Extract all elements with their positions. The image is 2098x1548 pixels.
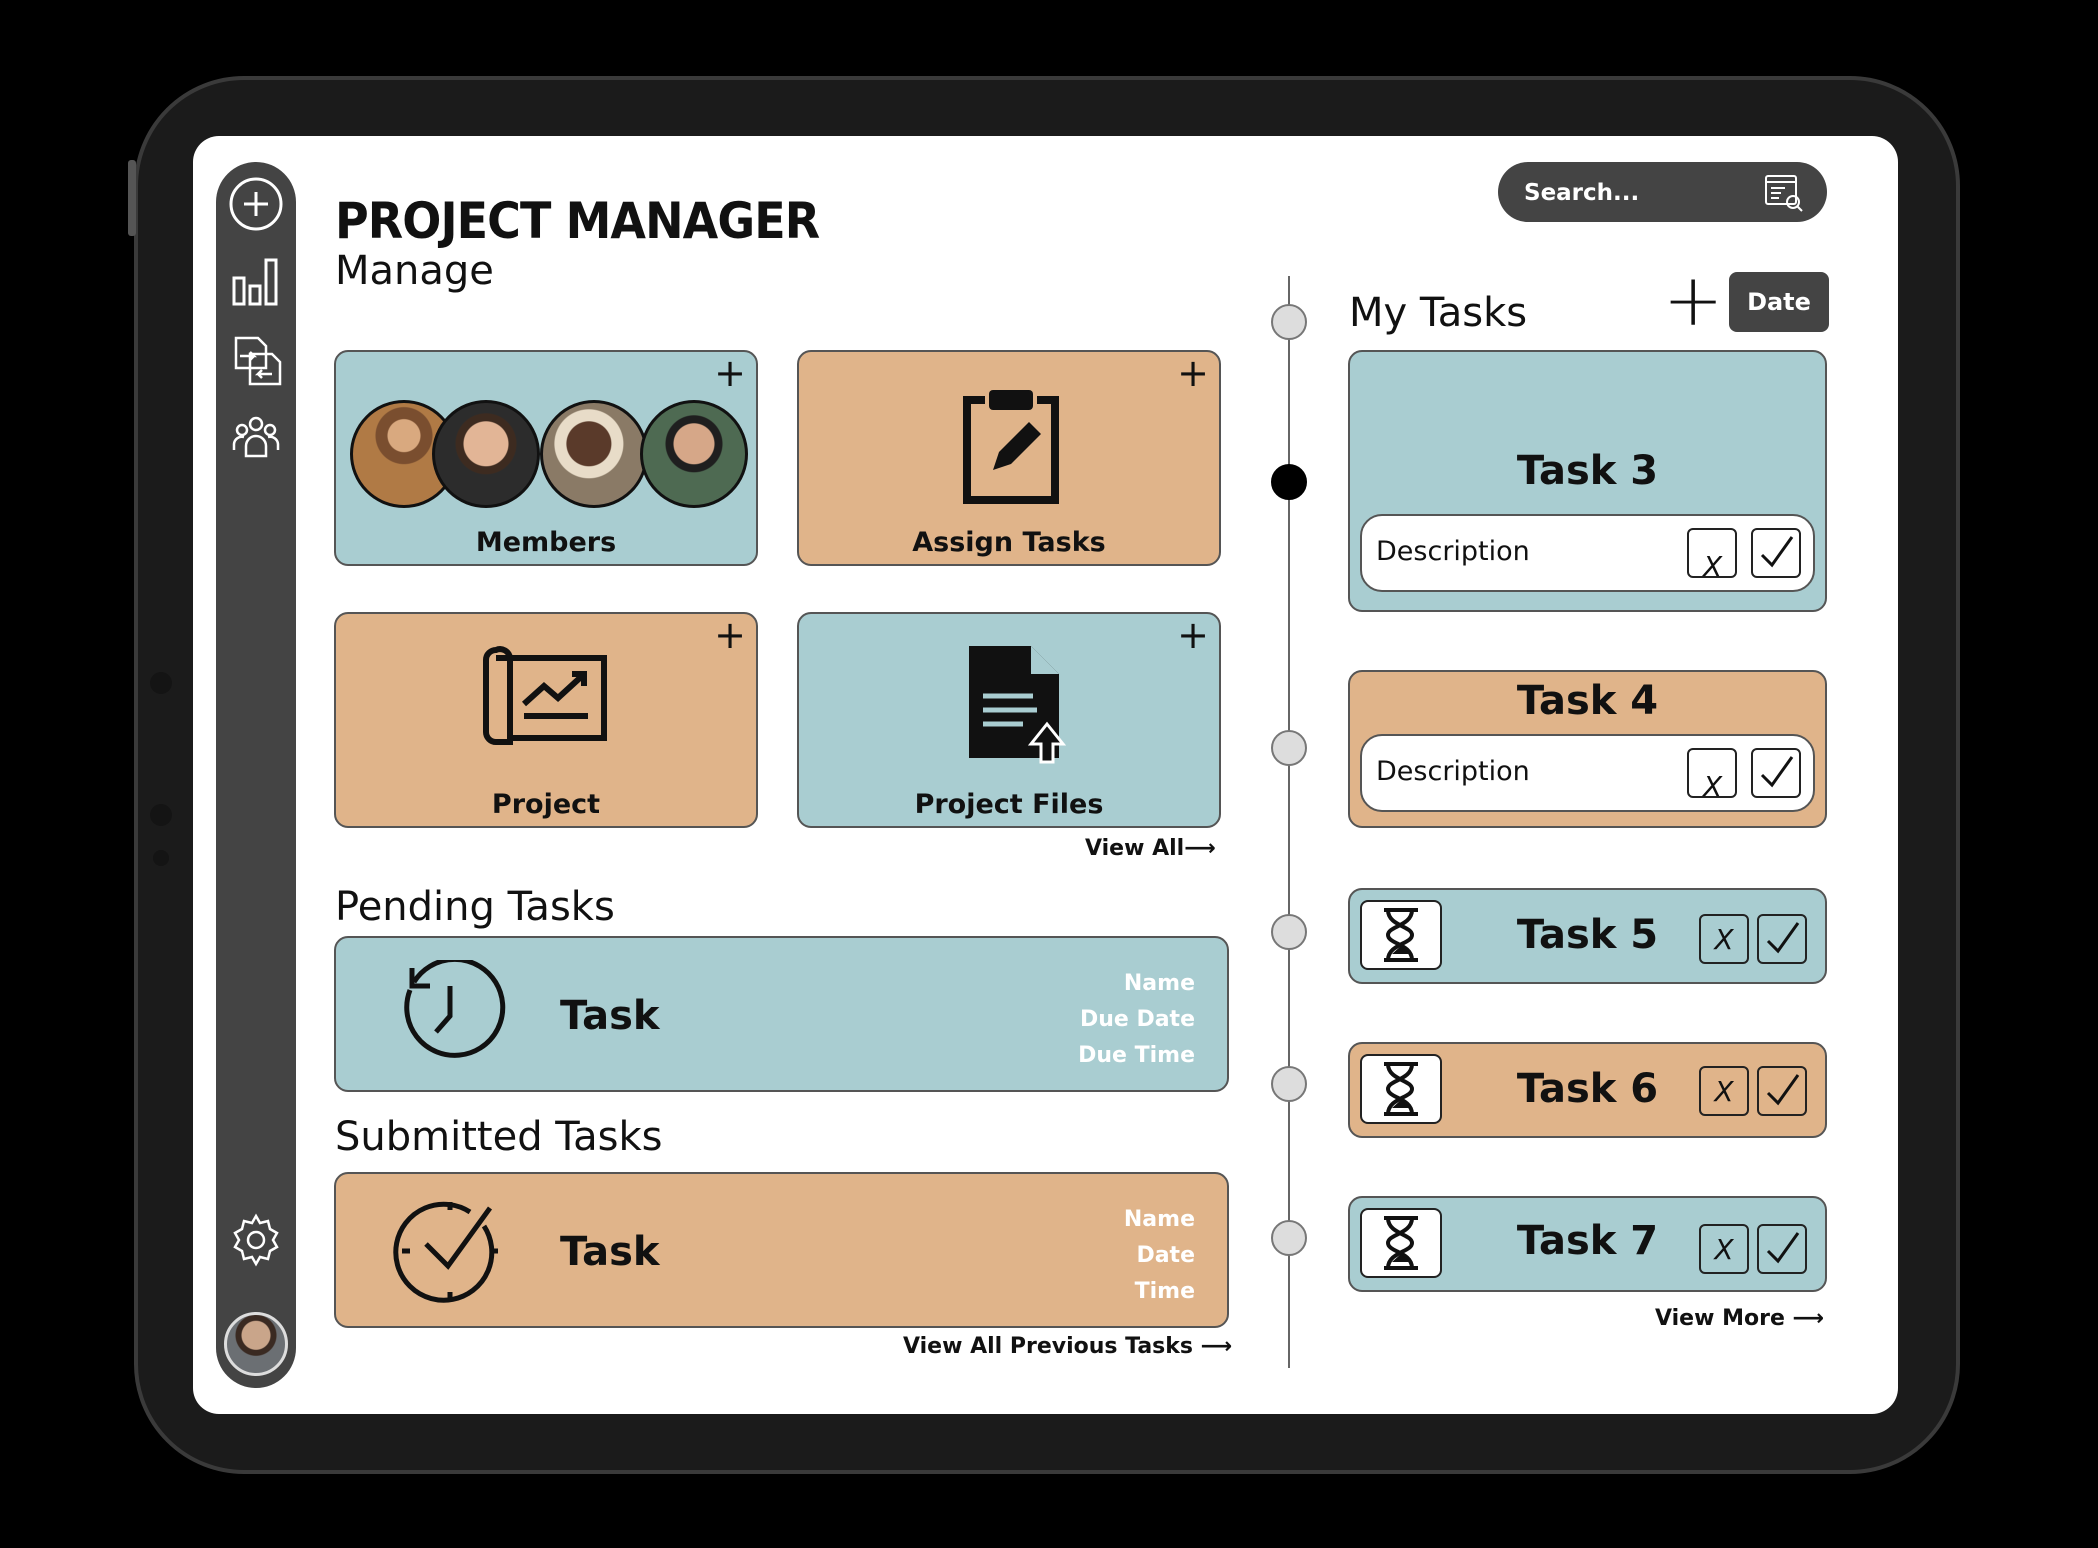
reject-button[interactable]: X [1699,1066,1749,1116]
task-time: Time [1134,1279,1195,1304]
task-due-time: Due Time [1078,1043,1195,1068]
members-label: Members [475,527,617,558]
submitted-task-meta: Name Date Time [1124,1202,1195,1310]
add-project-icon[interactable]: + [714,616,746,654]
tablet-sensor [150,804,172,826]
add-file-icon[interactable]: + [1177,616,1209,654]
clock-history-icon [404,960,506,1058]
hourglass-icon [1360,900,1442,970]
task-title: Task 3 [1516,448,1659,494]
project-label: Project [491,789,601,820]
task-title: Task 4 [1516,678,1659,724]
submitted-tasks-heading: Submitted Tasks [335,1114,663,1160]
gear-icon[interactable] [228,1212,284,1268]
pending-task-card[interactable]: Task Name Due Date Due Time [334,936,1229,1092]
check-icon [1760,536,1794,568]
check-icon [1766,1074,1800,1106]
tablet-side-button [128,160,136,236]
member-avatar [432,400,540,508]
reject-button[interactable]: X [1699,914,1749,964]
approve-button[interactable] [1757,1224,1807,1274]
project-chart-icon [483,646,607,745]
approve-button[interactable] [1757,914,1807,964]
sidebar [216,162,296,1388]
assign-tasks-label: Assign Tasks [912,527,1106,558]
tablet-sensor [150,672,172,694]
task-name: Name [1123,1207,1195,1232]
task-card[interactable]: Task 5 X [1348,888,1827,984]
check-icon [1766,1232,1800,1264]
bar-chart-icon[interactable] [228,254,284,310]
clock-check-icon [393,1201,498,1303]
approve-button[interactable] [1751,748,1801,798]
view-more-link[interactable]: View More ⟶ [1655,1306,1824,1331]
task-title: Task 5 [1516,912,1659,958]
file-upload-icon [969,646,1067,764]
timeline-dot[interactable] [1271,304,1307,340]
task-date: Date [1136,1243,1195,1268]
task-card[interactable]: Task 4 Description X [1348,670,1827,828]
task-due-date: Due Date [1079,1007,1195,1032]
task-card[interactable]: Task 3 Description X [1348,350,1827,612]
view-all-link[interactable]: View All⟶ [1085,836,1216,861]
add-assignment-icon[interactable]: + [1177,354,1209,392]
member-avatar [640,400,748,508]
view-all-previous-tasks-link[interactable]: View All Previous Tasks ⟶ [903,1334,1232,1359]
hourglass-icon [1360,1208,1442,1278]
approve-button[interactable] [1751,528,1801,578]
pending-task-meta: Name Due Date Due Time [1078,966,1195,1074]
reject-button[interactable]: X [1699,1224,1749,1274]
file-transfer-icon[interactable] [228,332,284,388]
approve-button[interactable] [1757,1066,1807,1116]
add-task-icon[interactable]: + [1663,264,1723,336]
task-description: Description [1376,756,1530,787]
task-title: Task 6 [1516,1066,1659,1112]
timeline-line [1288,276,1290,1368]
member-avatar [540,400,648,508]
team-icon[interactable] [228,410,284,466]
pending-task-title: Task [560,993,660,1039]
member-photos [350,400,750,512]
task-name: Name [1123,971,1195,996]
add-circle-icon[interactable] [228,176,284,232]
task-title: Task 7 [1516,1218,1659,1264]
task-card[interactable]: Task 6 X [1348,1042,1827,1138]
page-title: PROJECT MANAGER [335,192,820,250]
timeline-dot[interactable] [1271,1220,1307,1256]
members-card[interactable]: + Members [334,350,758,566]
submitted-task-card[interactable]: Task Name Date Time [334,1172,1229,1328]
assign-tasks-card[interactable]: + Assign Tasks [797,350,1221,566]
manage-heading: Manage [335,248,494,294]
task-description: Description [1376,536,1530,567]
timeline-dot[interactable] [1271,1066,1307,1102]
search-icon[interactable] [1763,172,1805,214]
timeline-dot[interactable] [1271,730,1307,766]
task-description-field[interactable]: Description X [1360,514,1815,592]
project-files-card[interactable]: + Project Files [797,612,1221,828]
timeline-dot-active[interactable] [1271,464,1307,500]
my-tasks-heading: My Tasks [1349,290,1528,336]
search-bar[interactable] [1498,162,1827,222]
submitted-task-title: Task [560,1229,660,1275]
search-input[interactable] [1522,174,1766,212]
reject-button[interactable]: X [1687,748,1737,803]
task-card[interactable]: Task 7 X [1348,1196,1827,1292]
project-card[interactable]: + Project [334,612,758,828]
task-description-field[interactable]: Description X [1360,734,1815,812]
check-icon [1766,922,1800,954]
avatar[interactable] [224,1312,288,1376]
check-icon [1760,756,1794,788]
hourglass-icon [1360,1054,1442,1124]
date-button[interactable]: Date [1729,272,1829,332]
add-member-icon[interactable]: + [714,354,746,392]
tablet-sensor [153,850,169,866]
reject-button[interactable]: X [1687,528,1737,583]
pending-tasks-heading: Pending Tasks [335,884,615,930]
project-files-label: Project Files [914,789,1104,820]
timeline-dot[interactable] [1271,914,1307,950]
clipboard-icon [963,390,1059,504]
app-screen: PROJECT MANAGER Manage + Members + Assig… [193,136,1898,1414]
